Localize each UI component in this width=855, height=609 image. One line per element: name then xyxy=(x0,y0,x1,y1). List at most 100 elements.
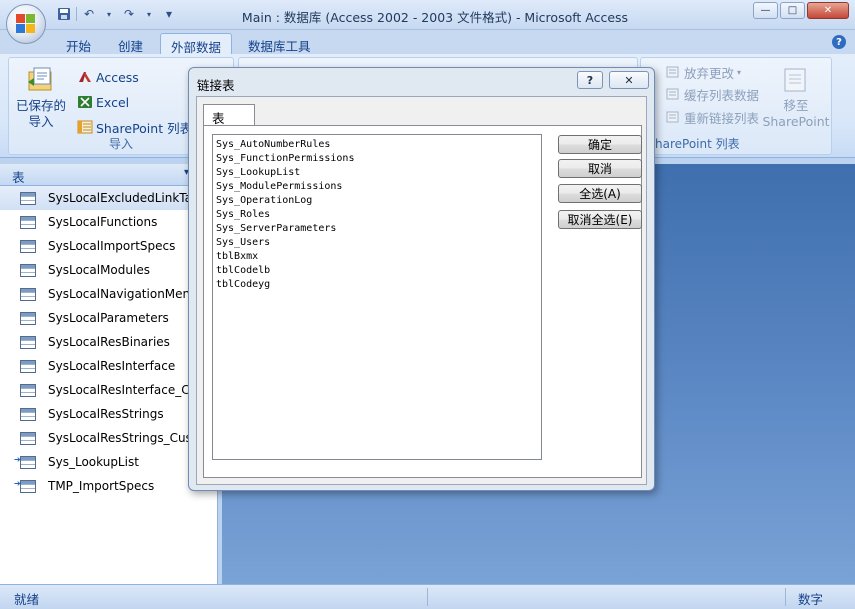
tables-listbox[interactable]: Sys_AutoNumberRules Sys_FunctionPermissio… xyxy=(212,134,542,460)
nav-item-label: SysLocalResInterface xyxy=(48,359,176,373)
table-icon xyxy=(20,479,36,493)
nav-item-label: SysLocalModules xyxy=(48,263,150,277)
nav-item-table[interactable]: SysLocalNavigationMen xyxy=(0,282,217,306)
cancel-button[interactable]: 取消 xyxy=(558,159,642,178)
redo-icon[interactable]: ↷ xyxy=(121,6,137,22)
table-icon xyxy=(20,455,36,469)
table-icon xyxy=(20,407,36,421)
tab-database-tools[interactable]: 数据库工具 xyxy=(238,33,321,54)
nav-pane-header[interactable]: 表 ▾ xyxy=(0,164,217,186)
discard-changes-button[interactable]: 放弃更改 ▾ xyxy=(665,63,741,81)
nav-item-table[interactable]: SysLocalResInterface xyxy=(0,354,217,378)
title-bar: ↶ ▾ ↷ ▾ ▾ Main : 数据库 (Access 2002 - 2003… xyxy=(0,0,855,30)
nav-item-table[interactable]: SysLocalFunctions xyxy=(0,210,217,234)
dialog-help-button[interactable]: ? xyxy=(577,71,603,89)
nav-item-label: SysLocalResInterface_Cu xyxy=(48,383,198,397)
list-item[interactable]: Sys_AutoNumberRules xyxy=(216,138,538,152)
dialog-body: 表 Sys_AutoNumberRules Sys_FunctionPermiss… xyxy=(196,96,647,485)
list-item[interactable]: tblCodelb xyxy=(216,264,538,278)
close-button[interactable]: ✕ xyxy=(807,2,849,19)
nav-item-label: SysLocalResStrings_Cust xyxy=(48,431,197,445)
move-to-sharepoint-icon xyxy=(781,66,811,94)
nav-item-label: SysLocalResBinaries xyxy=(48,335,170,349)
list-item[interactable]: Sys_Roles xyxy=(216,208,538,222)
nav-item-table[interactable]: ➔ Sys_LookupList xyxy=(0,450,217,474)
minimize-button[interactable]: — xyxy=(753,2,778,19)
maximize-button[interactable]: □ xyxy=(780,2,805,19)
redo-dropdown-icon[interactable]: ▾ xyxy=(141,6,157,22)
import-sharepoint-button[interactable]: SharePoint 列表 xyxy=(77,118,192,136)
nav-item-label: SysLocalNavigationMen xyxy=(48,287,191,301)
nav-item-table[interactable]: ➔ TMP_ImportSpecs xyxy=(0,474,217,498)
table-icon xyxy=(20,215,36,229)
sharepoint-group-label: harePoint 列表 xyxy=(655,137,740,151)
discard-changes-dropdown-icon: ▾ xyxy=(737,67,742,77)
nav-item-table[interactable]: SysLocalResStrings xyxy=(0,402,217,426)
nav-item-table[interactable]: SysLocalResStrings_Cust xyxy=(0,426,217,450)
nav-item-table[interactable]: SysLocalModules xyxy=(0,258,217,282)
link-tables-dialog: 链接表 ? ✕ 表 Sys_AutoNumberRules Sys_Functio… xyxy=(188,67,655,491)
table-icon xyxy=(20,359,36,373)
window-controls: — □ ✕ xyxy=(753,2,849,19)
table-icon xyxy=(20,287,36,301)
customize-qat-icon[interactable]: ▾ xyxy=(161,6,177,22)
nav-item-label: SysLocalFunctions xyxy=(48,215,158,229)
quick-access-toolbar: ↶ ▾ ↷ ▾ ▾ xyxy=(56,6,177,22)
nav-item-table[interactable]: SysLocalResBinaries xyxy=(0,330,217,354)
nav-item-table[interactable]: SysLocalParameters xyxy=(0,306,217,330)
status-bar: 就绪 数字 xyxy=(0,584,855,609)
select-all-button[interactable]: 全选(A) xyxy=(558,184,642,203)
num-lock-indicator: 数字 xyxy=(797,592,823,607)
tab-home[interactable]: 开始 xyxy=(56,33,101,54)
tab-create[interactable]: 创建 xyxy=(108,33,153,54)
table-icon xyxy=(20,311,36,325)
list-item[interactable]: Sys_ModulePermissions xyxy=(216,180,538,194)
list-item[interactable]: Sys_ServerParameters xyxy=(216,222,538,236)
tab-tables[interactable]: 表 xyxy=(203,104,255,126)
nav-item-table[interactable]: SysLocalExcludedLinkTa xyxy=(0,186,217,210)
list-item[interactable]: Sys_OperationLog xyxy=(216,194,538,208)
nav-item-table[interactable]: SysLocalResInterface_Cu xyxy=(0,378,217,402)
nav-item-table[interactable]: SysLocalImportSpecs xyxy=(0,234,217,258)
saved-imports-button[interactable]: 已保存的 导入 xyxy=(13,66,69,130)
dialog-close-button[interactable]: ✕ xyxy=(609,71,649,89)
linked-table-arrow-icon: ➔ xyxy=(14,455,21,464)
office-logo-icon xyxy=(16,14,36,34)
table-icon xyxy=(20,239,36,253)
discard-changes-icon xyxy=(665,65,681,79)
relink-lists-button[interactable]: 重新链接列表 xyxy=(665,108,759,126)
help-icon[interactable]: ? xyxy=(832,35,846,49)
undo-dropdown-icon[interactable]: ▾ xyxy=(101,6,117,22)
nav-item-label: Sys_LookupList xyxy=(48,455,139,469)
deselect-all-button[interactable]: 取消全选(E) xyxy=(558,210,642,229)
ok-button[interactable]: 确定 xyxy=(558,135,642,154)
list-item[interactable]: Sys_Users xyxy=(216,236,538,250)
table-icon xyxy=(20,335,36,349)
nav-item-label: SysLocalImportSpecs xyxy=(48,239,176,253)
list-item[interactable]: Sys_FunctionPermissions xyxy=(216,152,538,166)
tab-external-data[interactable]: 外部数据 xyxy=(160,33,233,55)
dialog-title-bar: 链接表 ? ✕ xyxy=(189,68,654,96)
import-excel-button[interactable]: Excel xyxy=(77,93,129,111)
nav-pane-title: 表 xyxy=(12,170,25,185)
office-button[interactable] xyxy=(6,4,46,44)
undo-icon[interactable]: ↶ xyxy=(81,6,97,22)
list-item[interactable]: tblBxmx xyxy=(216,250,538,264)
nav-item-label: SysLocalExcludedLinkTa xyxy=(48,191,192,205)
cache-list-data-icon xyxy=(665,87,681,101)
window-title: Main : 数据库 (Access 2002 - 2003 文件格式) - M… xyxy=(241,10,629,25)
list-item[interactable]: Sys_LookupList xyxy=(216,166,538,180)
linked-table-arrow-icon: ➔ xyxy=(14,479,21,488)
relink-lists-icon xyxy=(665,110,681,124)
nav-table-list: SysLocalExcludedLinkTa SysLocalFunctions S… xyxy=(0,186,217,498)
cache-list-data-button[interactable]: 缓存列表数据 xyxy=(665,85,759,103)
list-item[interactable]: tblCodeyg xyxy=(216,278,538,292)
import-access-button[interactable]: Access xyxy=(77,68,139,86)
table-icon xyxy=(20,191,36,205)
save-icon[interactable] xyxy=(56,6,72,22)
saved-imports-icon xyxy=(26,66,56,94)
navigation-pane: 表 ▾ SysLocalExcludedLinkTa SysLocalFuncti… xyxy=(0,164,218,584)
ribbon-tabs: 开始 创建 外部数据 数据库工具 xyxy=(0,30,855,55)
nav-item-label: SysLocalResStrings xyxy=(48,407,164,421)
move-to-sharepoint-button[interactable]: 移至 SharePoint xyxy=(761,66,831,130)
